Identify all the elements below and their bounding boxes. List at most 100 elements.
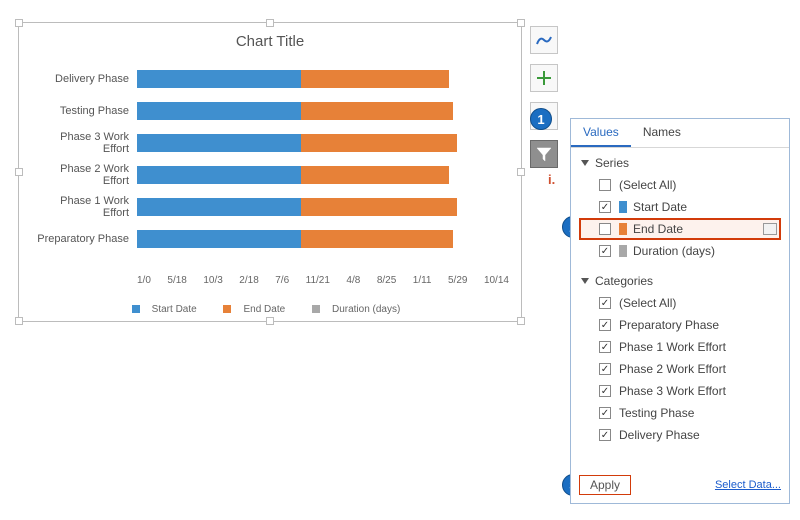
- bar[interactable]: [137, 166, 509, 184]
- checkbox[interactable]: [599, 179, 611, 191]
- series-item[interactable]: Duration (days): [579, 240, 781, 262]
- category-item[interactable]: Phase 1 Work Effort: [579, 336, 781, 358]
- select-data-link[interactable]: Select Data...: [715, 479, 781, 491]
- category-label: Phase 1 Work Effort: [31, 195, 137, 219]
- series-color-swatch: [619, 201, 627, 213]
- checkbox[interactable]: [599, 363, 611, 375]
- bar-segment-end: [301, 230, 454, 248]
- x-tick: 5/18: [167, 275, 186, 286]
- category-item-label: (Select All): [619, 296, 676, 310]
- series-header-label: Series: [595, 156, 629, 170]
- category-item-label: Phase 3 Work Effort: [619, 384, 726, 398]
- callout-i: i.: [548, 172, 555, 187]
- checkbox[interactable]: [599, 385, 611, 397]
- x-axis: 1/05/1810/32/187/611/214/88/251/115/2910…: [137, 275, 509, 286]
- resize-handle[interactable]: [517, 168, 525, 176]
- x-tick: 4/8: [346, 275, 360, 286]
- categories-header[interactable]: Categories: [579, 270, 781, 292]
- plot-area: Delivery Phase Testing Phase Phase 3 Work …: [31, 63, 509, 275]
- resize-handle[interactable]: [517, 19, 525, 27]
- category-label: Testing Phase: [31, 105, 137, 117]
- series-select-all[interactable]: (Select All): [579, 174, 781, 196]
- tab-values[interactable]: Values: [571, 119, 631, 147]
- category-label: Delivery Phase: [31, 73, 137, 85]
- checkbox[interactable]: [599, 341, 611, 353]
- category-item-label: Testing Phase: [619, 406, 694, 420]
- x-tick: 1/11: [413, 275, 432, 286]
- chart-filters-button[interactable]: [530, 140, 558, 168]
- bar[interactable]: [137, 198, 509, 216]
- x-tick: 2/18: [239, 275, 258, 286]
- series-item[interactable]: Start Date: [579, 196, 781, 218]
- bar-segment-end: [301, 166, 450, 184]
- bar-segment-start: [137, 230, 301, 248]
- category-label: Phase 2 Work Effort: [31, 163, 137, 187]
- bar-segment-end: [301, 102, 454, 120]
- category-item[interactable]: Delivery Phase: [579, 424, 781, 446]
- checkbox[interactable]: [599, 319, 611, 331]
- series-item-label: Start Date: [633, 200, 687, 214]
- legend: Start Date End Date Duration (days): [19, 304, 521, 315]
- resize-handle[interactable]: [266, 19, 274, 27]
- x-tick: 8/25: [377, 275, 396, 286]
- checkbox[interactable]: [599, 223, 611, 235]
- resize-handle[interactable]: [517, 317, 525, 325]
- category-label: Phase 3 Work Effort: [31, 131, 137, 155]
- x-tick: 10/14: [484, 275, 509, 286]
- callout-badge-1: 1: [530, 108, 552, 130]
- series-item-label: End Date: [633, 222, 683, 236]
- legend-duration: Duration (days): [332, 304, 400, 315]
- resize-handle[interactable]: [15, 168, 23, 176]
- resize-handle[interactable]: [15, 19, 23, 27]
- checkbox[interactable]: [599, 245, 611, 257]
- bar-segment-start: [137, 198, 301, 216]
- x-tick: 10/3: [203, 275, 222, 286]
- chart-title[interactable]: Chart Title: [19, 23, 521, 56]
- category-label: Preparatory Phase: [31, 233, 137, 245]
- series-section: Series (Select All) Start Date End Date Du…: [571, 148, 789, 266]
- plus-icon: [535, 69, 553, 87]
- checkbox[interactable]: [599, 297, 611, 309]
- tab-names[interactable]: Names: [631, 119, 693, 147]
- checkbox[interactable]: [599, 201, 611, 213]
- bar[interactable]: [137, 230, 509, 248]
- bar[interactable]: [137, 70, 509, 88]
- category-item[interactable]: Testing Phase: [579, 402, 781, 424]
- x-tick: 5/29: [448, 275, 467, 286]
- bar-segment-start: [137, 134, 301, 152]
- category-item[interactable]: Preparatory Phase: [579, 314, 781, 336]
- chart-elements-button[interactable]: [530, 26, 558, 54]
- checkbox[interactable]: [599, 429, 611, 441]
- chart-filter-pane: Values Names Series (Select All) Start D…: [570, 118, 790, 504]
- series-item[interactable]: End Date: [579, 218, 781, 240]
- x-tick: 1/0: [137, 275, 151, 286]
- bar[interactable]: [137, 102, 509, 120]
- chart-styles-button[interactable]: [530, 64, 558, 92]
- chart-tool-buttons: [530, 26, 560, 178]
- x-tick: 7/6: [275, 275, 289, 286]
- chevron-down-icon: [581, 160, 589, 166]
- resize-handle[interactable]: [266, 317, 274, 325]
- category-item[interactable]: (Select All): [579, 292, 781, 314]
- chart-elements-icon: [535, 31, 553, 49]
- series-item-label: Duration (days): [633, 244, 715, 258]
- category-item[interactable]: Phase 2 Work Effort: [579, 358, 781, 380]
- checkbox[interactable]: [599, 407, 611, 419]
- category-item[interactable]: Phase 3 Work Effort: [579, 380, 781, 402]
- bar-segment-end: [301, 198, 457, 216]
- series-color-swatch: [619, 245, 627, 257]
- categories-header-label: Categories: [595, 274, 653, 288]
- series-header[interactable]: Series: [579, 152, 781, 174]
- legend-start: Start Date: [152, 304, 197, 315]
- category-item-label: Preparatory Phase: [619, 318, 719, 332]
- series-color-swatch: [619, 223, 627, 235]
- series-edit-icon[interactable]: [763, 223, 777, 235]
- apply-button[interactable]: Apply: [579, 475, 631, 495]
- funnel-icon: [535, 145, 553, 163]
- bar-segment-end: [301, 70, 450, 88]
- chart-container[interactable]: Chart Title Delivery Phase Testing Phase P…: [18, 22, 522, 322]
- resize-handle[interactable]: [15, 317, 23, 325]
- chevron-down-icon: [581, 278, 589, 284]
- bar[interactable]: [137, 134, 509, 152]
- bar-segment-start: [137, 102, 301, 120]
